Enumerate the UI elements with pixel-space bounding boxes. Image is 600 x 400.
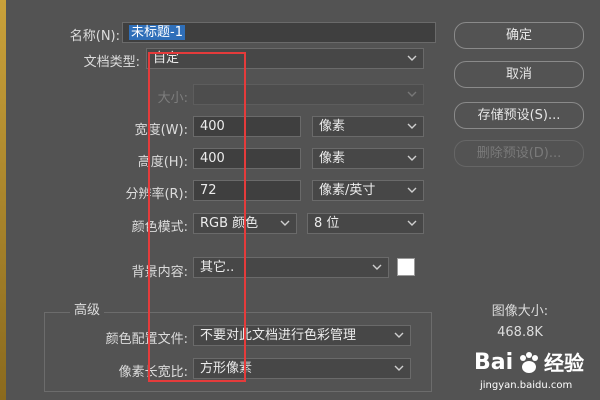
watermark-brand: Bai <box>474 350 514 375</box>
delete-preset-button: 删除预设(D)... <box>454 140 584 167</box>
chevron-down-icon <box>406 117 418 136</box>
cancel-button[interactable]: 取消 <box>454 61 584 88</box>
name-label: 名称(N): <box>69 29 120 44</box>
width-unit-value: 像素 <box>319 119 346 134</box>
height-unit-select[interactable]: 像素 <box>312 148 424 169</box>
name-input[interactable]: 未标题-1 <box>122 22 436 43</box>
paw-icon <box>516 350 542 376</box>
width-unit-select[interactable]: 像素 <box>312 116 424 137</box>
chevron-down-icon <box>406 85 418 104</box>
chevron-down-icon <box>371 258 383 277</box>
chevron-down-icon <box>279 214 291 233</box>
height-unit-value: 像素 <box>319 151 346 166</box>
save-preset-button[interactable]: 存储预设(S)... <box>454 102 584 129</box>
name-value: 未标题-1 <box>129 25 185 40</box>
image-size-label: 图像大小: <box>491 304 549 319</box>
watermark-url: jingyan.baidu.com <box>480 380 573 391</box>
ok-button[interactable]: 确定 <box>454 22 584 49</box>
resolution-unit-select[interactable]: 像素/英寸 <box>312 180 424 201</box>
image-size-value: 468.8K <box>497 325 543 340</box>
chevron-down-icon <box>406 49 418 68</box>
chevron-down-icon <box>393 359 405 378</box>
watermark-brand-suffix: 经验 <box>544 351 584 375</box>
watermark: Bai 经验 jingyan.baidu.com <box>470 344 595 396</box>
chevron-down-icon <box>393 326 405 345</box>
bit-depth-select[interactable]: 8 位 <box>307 213 424 234</box>
bit-depth-value: 8 位 <box>314 216 340 231</box>
chevron-down-icon <box>406 214 418 233</box>
annotation-rectangle <box>148 52 246 382</box>
advanced-title: 高级 <box>70 299 105 318</box>
resolution-unit-value: 像素/英寸 <box>319 183 376 198</box>
chevron-down-icon <box>406 181 418 200</box>
chevron-down-icon <box>406 149 418 168</box>
background-color-swatch[interactable] <box>397 258 415 276</box>
background-edge <box>0 0 6 400</box>
doc-type-label: 文档类型: <box>83 55 140 70</box>
